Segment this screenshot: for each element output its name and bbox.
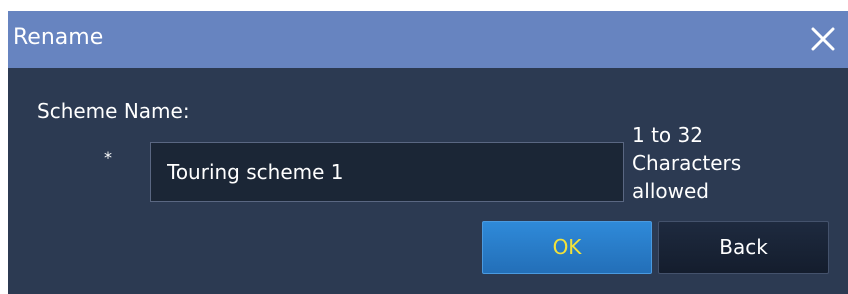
hint-line-2: Characters — [632, 151, 742, 175]
hint-line-3: allowed — [632, 179, 709, 203]
rename-dialog: Rename Scheme Name: * 1 to 32 Characters… — [8, 11, 848, 294]
scheme-name-input[interactable] — [150, 142, 624, 202]
title-bar: Rename — [8, 11, 848, 68]
length-hint: 1 to 32 Characters allowed — [632, 121, 782, 205]
hint-line-1: 1 to 32 — [632, 123, 703, 147]
close-button[interactable] — [800, 11, 848, 68]
close-icon — [811, 27, 835, 51]
back-button[interactable]: Back — [658, 221, 829, 274]
required-mark: * — [104, 148, 112, 167]
dialog-title: Rename — [13, 25, 104, 50]
scheme-name-label: Scheme Name: — [37, 99, 190, 123]
ok-button[interactable]: OK — [482, 221, 652, 274]
